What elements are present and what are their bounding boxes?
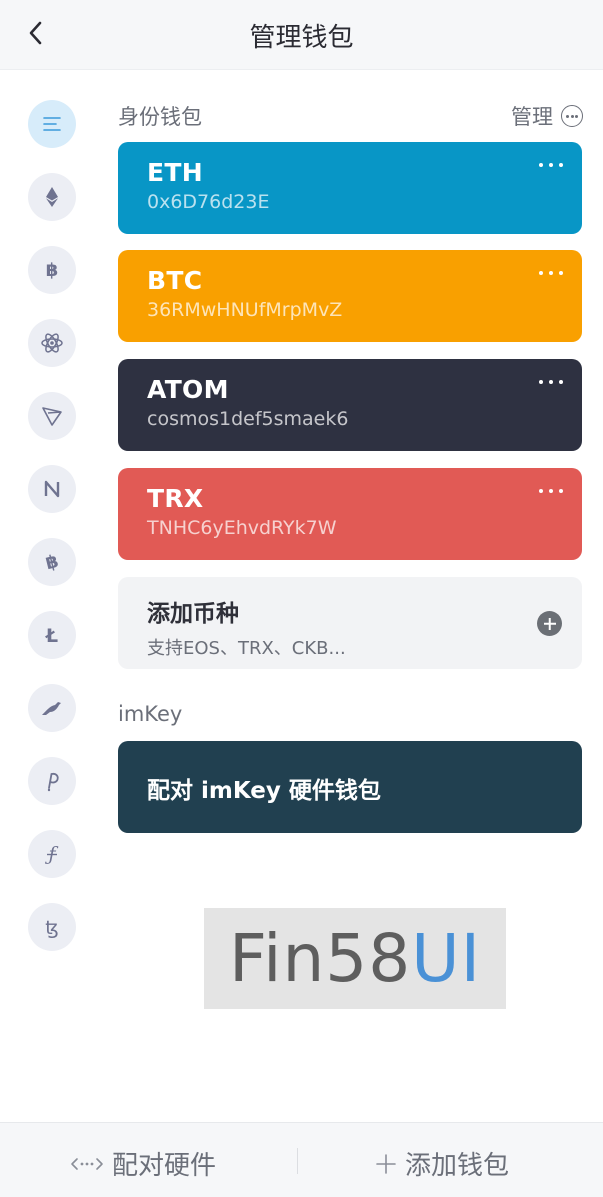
bch-icon: ฿ [44,551,61,574]
add-wallet-label: 添加钱包 [405,1151,510,1181]
sidebar-item-filecoin[interactable]: ƒ [28,830,76,878]
trx-icon [42,407,62,426]
sidebar-item-eth[interactable] [28,173,76,221]
atom-icon [41,333,63,353]
wallet-symbol: TRX [147,484,204,513]
bottom-bar: 配对硬件 添加钱包 [0,1122,603,1197]
sidebar-item-kusama[interactable] [28,684,76,732]
identity-section-label: 身份钱包 [118,105,202,129]
kusama-icon [42,702,61,715]
polkadot-icon [47,772,59,792]
page-title: 管理钱包 [249,23,354,53]
pair-hardware-icon [71,1157,103,1170]
btc-icon: ฿ [46,260,59,281]
wallet-symbol: ATOM [147,375,229,404]
plus-circle-icon [537,611,562,636]
watermark-logo: Fin58 UI [204,908,506,1009]
wallet-card-eth[interactable]: ETH 0x6D76d23E [118,142,582,234]
sidebar-item-atom[interactable] [28,319,76,367]
ltc-icon: Ł [45,625,58,647]
wallet-card-atom[interactable]: ATOM cosmos1def5smaek6 [118,359,582,451]
nervos-icon [44,480,60,498]
svg-text:ꜩ: ꜩ [45,917,58,939]
eth-icon [46,187,58,207]
imkey-section-label: imKey [118,702,183,726]
add-coin-title: 添加币种 [147,601,239,627]
manage-button[interactable]: 管理 [511,101,583,131]
wallet-symbol: BTC [147,266,203,295]
sidebar-item-trx[interactable] [28,392,76,440]
sidebar-item-ltc[interactable]: Ł [28,611,76,659]
sidebar-item-bch[interactable]: ฿ [28,538,76,586]
add-wallet-button[interactable]: 添加钱包 [375,1145,509,1182]
sidebar-item-tezos[interactable]: ꜩ [28,903,76,951]
wallet-symbol: ETH [147,158,203,187]
identity-list-icon [43,117,61,131]
more-dots-icon[interactable] [539,158,563,172]
svg-text:฿: ฿ [44,551,61,574]
pair-hardware-button[interactable]: 配对硬件 [70,1145,216,1182]
more-circle-icon [561,105,583,127]
plus-icon [376,1153,396,1174]
add-coin-card[interactable]: 添加币种 支持EOS、TRX、CKB... [118,577,582,669]
filecoin-icon: ƒ [44,843,58,865]
svg-text:฿: ฿ [46,260,59,281]
wallet-address: 36RMwHNUfMrpMvZ [147,299,343,321]
sidebar-item-identity[interactable] [28,100,76,148]
sidebar-item-btc[interactable]: ฿ [28,246,76,294]
add-coin-subtitle: 支持EOS、TRX、CKB... [147,638,346,659]
more-dots-icon[interactable] [539,484,563,498]
wallet-card-btc[interactable]: BTC 36RMwHNUfMrpMvZ [118,250,582,342]
more-dots-icon[interactable] [539,375,563,389]
pair-imkey-card[interactable]: 配对 imKey 硬件钱包 [118,741,582,833]
top-bar: 管理钱包 [0,0,603,70]
tezos-icon: ꜩ [45,917,58,939]
manage-label: 管理 [511,105,553,129]
wallet-address: TNHC6yEhvdRYk7W [147,517,337,539]
sidebar-item-nervos[interactable] [28,465,76,513]
sidebar-item-polkadot[interactable] [28,757,76,805]
svg-text:Ł: Ł [45,625,58,647]
bottom-divider [297,1148,298,1174]
pair-hardware-label: 配对硬件 [112,1151,217,1181]
wallet-address: 0x6D76d23E [147,191,270,213]
more-dots-icon[interactable] [539,266,563,280]
coin-sidebar: ฿ ฿ Ł ƒ ꜩ [28,100,78,976]
wallet-address: cosmos1def5smaek6 [147,408,349,430]
wallet-card-trx[interactable]: TRX TNHC6yEhvdRYk7W [118,468,582,560]
